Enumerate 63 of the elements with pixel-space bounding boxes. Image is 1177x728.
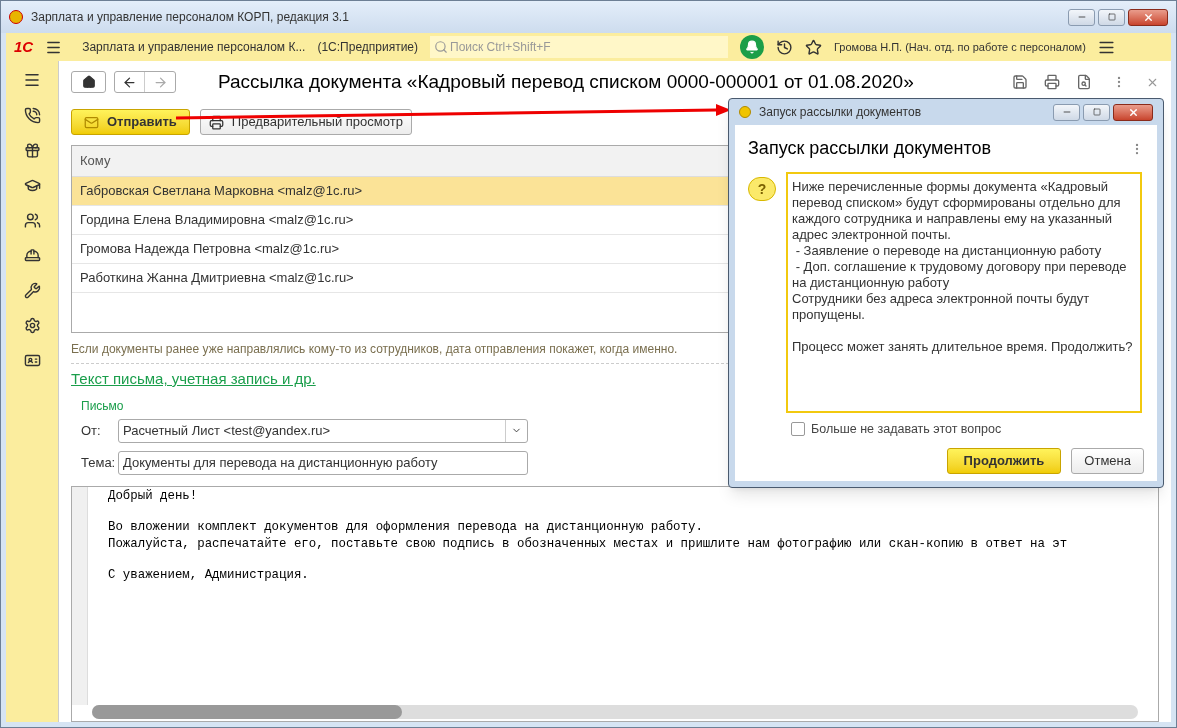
close-button[interactable]: [1128, 8, 1168, 26]
maximize-button[interactable]: [1098, 8, 1125, 26]
history-icon[interactable]: [776, 38, 794, 56]
letter-line: Пожалуйста, распечатайте его, поставьте свою подпись в обозначенных местах и пришлите нам фотографию или скан-копию в ответ на эт: [108, 535, 1069, 553]
notification-button[interactable]: [740, 35, 765, 59]
dialog-heading: Запуск рассылки документов: [748, 137, 992, 160]
right-arrow-icon: [152, 74, 168, 90]
gift-icon[interactable]: [23, 142, 41, 159]
close-button[interactable]: [1113, 103, 1153, 121]
app-name: Зарплата и управление персоналом К...: [82, 39, 306, 56]
search-icon: [434, 40, 449, 54]
dialog-window-title: Запуск рассылки документов: [759, 104, 923, 121]
letter-body-editor[interactable]: [71, 485, 1159, 722]
message-text: - Заявление о переводе на дистанционную работу: [794, 243, 1103, 259]
letter-line: Добрый день!: [108, 487, 199, 505]
id-card-icon[interactable]: [23, 352, 41, 369]
printer-icon[interactable]: [1044, 74, 1060, 90]
search-field[interactable]: Поиск Ctrl+Shift+F: [430, 36, 729, 58]
continue-button[interactable]: Продолжить: [946, 447, 1062, 474]
maximize-button[interactable]: [1083, 103, 1110, 121]
preview-icon[interactable]: [1076, 74, 1092, 90]
settings-icon[interactable]: [23, 317, 41, 334]
question-icon: ?: [748, 177, 776, 201]
people-icon[interactable]: [23, 212, 41, 229]
minimize-button[interactable]: [1053, 103, 1080, 121]
from-field[interactable]: Расчетный Лист <test@yandex.ru>: [118, 418, 528, 443]
envelope-icon: [84, 114, 99, 130]
helmet-icon[interactable]: [23, 247, 41, 264]
graduation-cap-icon[interactable]: [23, 177, 41, 194]
maximize-icon: [1092, 108, 1101, 116]
minimize-button[interactable]: [1068, 8, 1095, 26]
message-text: Сотрудники без адреса электронной почты будут пропущены.: [792, 291, 1091, 323]
checkbox[interactable]: [791, 422, 805, 437]
letter-line: С уважением, Администрация.: [108, 566, 310, 584]
bell-icon: [745, 40, 760, 54]
save-icon[interactable]: [1012, 74, 1028, 90]
checkbox-label: Больше не задавать этот вопрос: [811, 421, 1002, 438]
message-text: Процесс может занять длительное время. Продолжить?: [792, 339, 1134, 355]
cancel-button[interactable]: Отмена: [1071, 447, 1144, 474]
wrench-icon[interactable]: [23, 282, 41, 299]
close-icon: [1142, 11, 1154, 23]
app-logo-icon: [9, 10, 23, 24]
maximize-icon: [1107, 13, 1116, 21]
window-title: Зарплата и управление персоналом КОРП, редакция 3.1: [31, 9, 350, 26]
platform-label: (1С:Предприятие): [317, 39, 419, 56]
home-button[interactable]: [71, 71, 106, 93]
app-logo-icon: [739, 106, 751, 118]
from-label: От:: [81, 421, 102, 440]
group-title: Письмо: [81, 397, 125, 415]
user-name: Громова Н.П. (Нач. отд. по работе с персоналом): [834, 39, 1086, 55]
star-icon[interactable]: [805, 38, 823, 56]
phone-icon[interactable]: [23, 107, 41, 124]
column-header: Кому: [80, 152, 111, 171]
menu-icon[interactable]: [23, 71, 41, 89]
subject-field[interactable]: Документы для перевода на дистанционную работу: [118, 450, 528, 475]
subject-label: Тема:: [81, 453, 113, 472]
close-icon: [1127, 106, 1139, 118]
form-title: Рассылка документа «Кадровый перевод списком 0000-000001 от 01.08.2020»: [218, 69, 915, 94]
send-button[interactable]: Отправить: [71, 109, 190, 135]
logo: 1С: [14, 36, 34, 57]
letter-line: Во вложении комплект документов для оформления перевода на дистанционную работу.: [108, 518, 704, 536]
horizontal-scrollbar[interactable]: [92, 704, 1138, 719]
home-icon: [81, 75, 96, 89]
